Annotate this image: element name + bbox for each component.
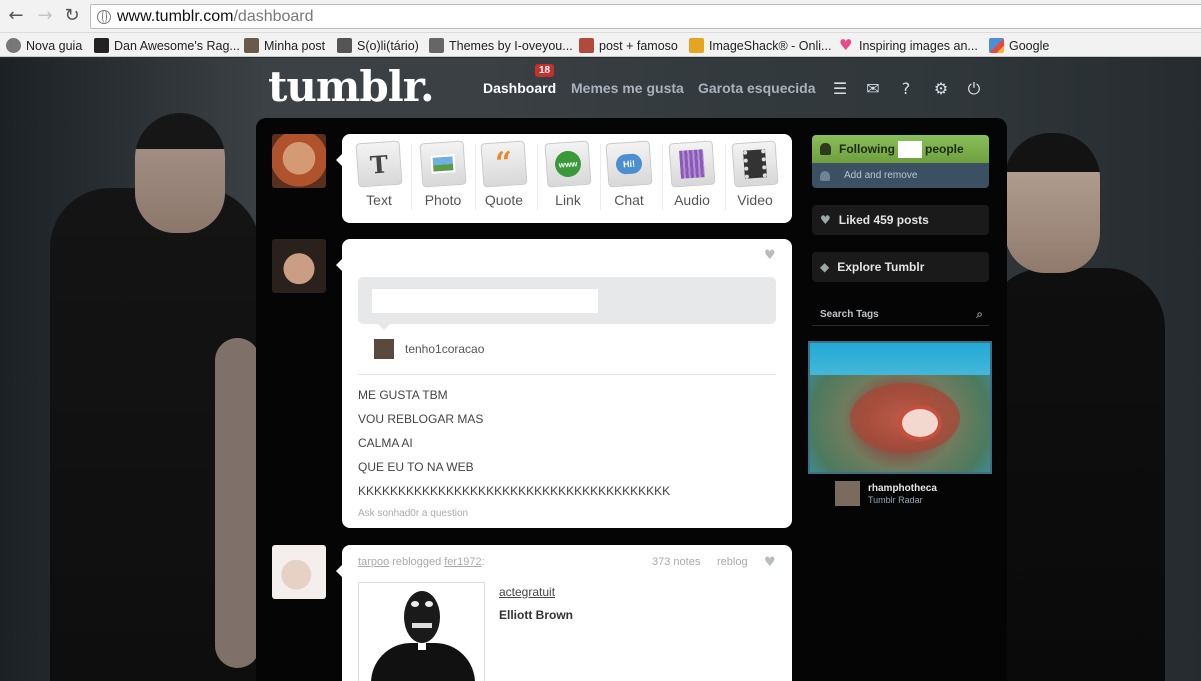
list-icon[interactable]: ☰	[831, 80, 849, 98]
url-input[interactable]: www.tumblr.com/dashboard	[90, 4, 1201, 29]
bookmark-nova-guia[interactable]: Nova guia	[6, 37, 82, 54]
search-tags-input[interactable]: Search Tags ⌕	[812, 304, 989, 326]
following-suffix: people	[925, 142, 964, 156]
post-photo[interactable]	[358, 582, 485, 681]
video-icon	[731, 140, 779, 188]
post-line-4: QUE EU TO NA WEB	[358, 460, 474, 474]
radar-image[interactable]	[808, 341, 992, 474]
bookmark-themes[interactable]: Themes by I-oveyou...	[429, 37, 573, 54]
post-type-photo[interactable]: Photo	[414, 140, 472, 208]
post-type-chat[interactable]: Hi! Chat	[600, 140, 658, 208]
radar-user-avatar[interactable]	[835, 481, 860, 506]
new-tab-icon	[6, 38, 21, 53]
reblog-post-card: tarpoo reblogged fer1972: 373 notes rebl…	[336, 545, 792, 681]
post-type-text[interactable]: T Text	[350, 140, 408, 208]
quote-username[interactable]: actegratuit	[499, 585, 555, 599]
post-line-2: VOU REBLOGAR MAS	[358, 412, 484, 426]
ask-link[interactable]: Ask sonhad0r a question	[358, 508, 468, 519]
reblog-link[interactable]: reblog	[717, 556, 748, 568]
dashboard-badge: 18	[535, 64, 555, 77]
chat-icon: Hi!	[605, 140, 653, 188]
post-title: Elliott Brown	[499, 608, 573, 622]
post-type-quote[interactable]: “ Quote	[475, 140, 533, 208]
link-icon: www	[544, 140, 592, 188]
solitario-icon	[337, 38, 352, 53]
bookmark-solitario[interactable]: S(o)li(tário)	[337, 37, 419, 54]
background-figure-left-head	[135, 113, 225, 233]
forward-button[interactable]: →	[35, 6, 55, 26]
imageshack-icon	[689, 38, 704, 53]
source-avatar[interactable]	[374, 339, 394, 359]
url-path: /dashboard	[233, 8, 314, 25]
background-figure-right-head	[1005, 133, 1100, 273]
bookmark-inspiring[interactable]: ♥ Inspiring images an...	[839, 37, 978, 54]
bookmark-google[interactable]: Google	[989, 37, 1049, 54]
quote-icon: “	[480, 140, 528, 188]
reload-button[interactable]: ↻	[62, 6, 82, 26]
post-type-video[interactable]: Video	[726, 140, 784, 208]
post-author-avatar[interactable]	[272, 239, 326, 293]
reblogger-username[interactable]: tarpoo	[358, 556, 389, 568]
post-line-3: CALMA AI	[358, 436, 413, 450]
bookmark-imageshack[interactable]: ImageShack® - Onli...	[689, 37, 831, 54]
quoted-box	[358, 277, 776, 330]
bookmarks-bar: Nova guia Dan Awesome's Rag... Minha pos…	[0, 33, 1201, 57]
add-remove-link[interactable]: Add and remove	[812, 163, 989, 188]
following-count-redacted	[898, 140, 922, 158]
tag-icon: ◆	[820, 260, 830, 274]
post-card: ♥ tenho1coracao ME GUSTA TBM VOU REBLOGA…	[336, 239, 792, 528]
page-background: tumblr. Dashboard 18 Memes me gusta Garo…	[0, 58, 1201, 681]
source-username[interactable]: tenho1coracao	[405, 342, 484, 356]
notes-count[interactable]: 373 notes	[652, 556, 700, 568]
back-button[interactable]: ←	[6, 6, 26, 26]
google-icon	[989, 38, 1004, 53]
add-person-icon	[820, 170, 830, 181]
radar-label[interactable]: Tumblr Radar	[868, 495, 923, 505]
dan-awesome-icon	[94, 38, 109, 53]
background-figure-right	[985, 268, 1165, 681]
post-type-audio[interactable]: Audio	[663, 140, 721, 208]
following-label: Following	[839, 142, 895, 156]
minha-post-icon	[244, 38, 259, 53]
radar-username[interactable]: rhamphotheca	[868, 483, 937, 494]
person-icon	[820, 143, 831, 155]
themes-icon	[429, 38, 444, 53]
globe-icon	[97, 10, 111, 24]
post-type-link[interactable]: www Link	[539, 140, 597, 208]
bookmark-post-famoso[interactable]: post + famoso	[579, 37, 678, 54]
address-bar: ← → ↻ www.tumblr.com/dashboard	[0, 0, 1201, 33]
following-box[interactable]: Following people Add and remove	[812, 135, 989, 188]
bookmark-dan-awesome[interactable]: Dan Awesome's Rag...	[94, 37, 240, 54]
heart-icon: ♥	[820, 213, 831, 227]
heart-icon: ♥	[839, 36, 853, 54]
settings-icon[interactable]: ⚙	[932, 80, 950, 98]
photo-icon	[419, 140, 467, 188]
reblogged-from-username[interactable]: fer1972	[444, 556, 481, 568]
text-icon: T	[355, 140, 403, 188]
post-line-5: KKKKKKKKKKKKKKKKKKKKKKKKKKKKKKKKKKKKKKK	[358, 484, 671, 498]
explore-tumblr-link[interactable]: ◆ Explore Tumblr	[812, 252, 989, 282]
like-heart-icon[interactable]: ♥	[764, 555, 776, 570]
liked-posts-link[interactable]: ♥ Liked 459 posts	[812, 205, 989, 235]
nav-garota-esquecida[interactable]: Garota esquecida	[698, 80, 816, 96]
background-figure-left-arm	[215, 338, 260, 668]
like-heart-icon[interactable]: ♥	[764, 248, 776, 263]
nav-dashboard[interactable]: Dashboard	[483, 80, 556, 96]
user-avatar[interactable]	[272, 134, 326, 188]
post-type-chooser: T Text Photo “ Quote www Link Hi! Chat A…	[336, 134, 792, 223]
reblogger-avatar[interactable]	[272, 545, 326, 599]
nav-memes-me-gusta[interactable]: Memes me gusta	[571, 80, 684, 96]
tumblr-logo[interactable]: tumblr.	[268, 62, 435, 111]
post-famoso-icon	[579, 38, 594, 53]
post-line-1: ME GUSTA TBM	[358, 388, 448, 402]
help-icon[interactable]: ?	[897, 80, 915, 98]
url-host: www.tumblr.com	[117, 8, 234, 25]
search-icon: ⌕	[976, 307, 983, 321]
audio-icon	[668, 140, 716, 188]
bookmark-minha-post[interactable]: Minha post	[244, 37, 325, 54]
mail-icon[interactable]: ✉	[864, 80, 882, 98]
power-icon[interactable]: ⏻	[965, 80, 983, 98]
